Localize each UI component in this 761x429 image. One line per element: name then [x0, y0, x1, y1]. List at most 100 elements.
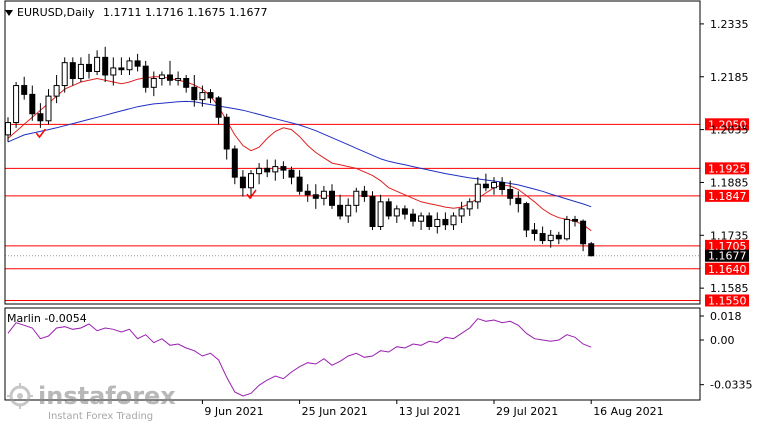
candle-body-down [588, 243, 595, 257]
candle-body-down [223, 116, 230, 150]
candle-body-down [401, 208, 408, 215]
candle-body-down [442, 218, 449, 226]
candle [563, 215, 570, 241]
candle-body-up [272, 166, 279, 173]
candle-body-down [539, 233, 546, 242]
candle-body-up [45, 95, 52, 122]
time-tick-label: 9 Jun 2021 [204, 405, 263, 418]
level-label: 1.1925 [708, 162, 747, 175]
candle-body-down [231, 148, 238, 178]
candle-body-up [377, 201, 384, 227]
candle-body-down [102, 56, 109, 76]
candle-body-up [474, 183, 481, 203]
candle-body-up [94, 56, 101, 72]
candle-body-down [385, 201, 392, 217]
candle-body-up [77, 63, 84, 80]
candle-body-up [5, 122, 11, 136]
candle-body-down [580, 220, 587, 245]
candle-body-down [207, 92, 214, 99]
time-tick-label: 29 Jul 2021 [496, 405, 558, 418]
candle-body-up [53, 85, 60, 97]
osc-tick-label: 0.00 [710, 334, 735, 347]
candle-body-down [572, 218, 578, 222]
time-tick-label: 13 Jul 2021 [399, 405, 461, 418]
candle-body-up [418, 215, 425, 222]
level-label: 1.1640 [708, 263, 747, 276]
candle [385, 198, 392, 220]
candle-body-up [199, 92, 206, 101]
candle-body-down [142, 65, 149, 88]
candle-body-down [37, 113, 44, 122]
candle-body-down [410, 213, 416, 222]
candle-body-down [482, 183, 489, 189]
candle-body-down [239, 176, 246, 189]
price-tick-label: 1.1585 [710, 282, 749, 295]
candle-body-up [150, 78, 157, 88]
chart-canvas: 1.20501.19251.18471.17051.16401.15501.16… [0, 0, 761, 425]
candle-body-up [466, 201, 473, 210]
ohlc-values: 1.1711 1.1716 1.1675 1.1677 [103, 6, 267, 19]
price-tick-label: 1.1885 [710, 176, 749, 189]
oscillator-title: Marlin -0.0054 [7, 312, 87, 325]
candle-body-up [434, 218, 441, 227]
price-tick-label: 1.2335 [710, 18, 749, 31]
candle-body-down [29, 93, 36, 115]
candle-body-down [361, 190, 368, 198]
price-tick-label: 1.2185 [710, 71, 749, 84]
candle-body-up [563, 218, 570, 240]
candle-body-down [167, 74, 173, 81]
current-price-label: 1.1677 [708, 250, 747, 263]
candle-body-up [126, 60, 133, 71]
candle [588, 241, 595, 257]
candle-body-down [312, 194, 319, 199]
level-label: 1.1550 [708, 294, 747, 307]
candle-body-down [191, 86, 198, 101]
candle-body-down [304, 190, 311, 196]
candle [369, 191, 376, 231]
candle-body-down [288, 169, 295, 178]
candle-body-down [215, 97, 222, 118]
candle-body-up [393, 208, 400, 217]
osc-tick-label: 0.018 [710, 310, 742, 323]
candle-body-down [264, 167, 271, 173]
candle-body-up [320, 190, 327, 199]
price-tick-label: 1.1735 [710, 229, 749, 242]
chart-window: 1.2050 1.1925 1.1847 1.1705 1.1640 1.1550 1.16… [0, 0, 761, 425]
candle-body-up [61, 62, 68, 87]
candle-body-down [337, 204, 344, 217]
candle-body-down [515, 197, 522, 205]
candle-body-up [110, 67, 117, 76]
candle-body-up [450, 215, 457, 226]
candle-body-up [13, 85, 20, 124]
candle-body-down [555, 234, 562, 240]
price-tick-label: 1.2035 [710, 124, 749, 137]
candle-body-down [296, 176, 303, 192]
candle-body-up [158, 74, 165, 80]
watermark-brand: instaforex [38, 382, 176, 410]
candle-body-down [86, 63, 92, 72]
candle-body-down [426, 215, 433, 227]
candle-body-down [329, 190, 335, 206]
candle-body-up [491, 181, 497, 189]
candle-body-up [458, 208, 465, 217]
watermark-tagline: Instant Forex Trading [48, 411, 153, 422]
level-label: 1.1847 [708, 190, 747, 203]
candle-body-down [531, 229, 538, 235]
candle-body-down [21, 85, 28, 95]
candle-body-down [134, 60, 141, 67]
candle-body-up [345, 204, 352, 217]
candle-body-down [499, 181, 506, 190]
time-tick-label: 25 Jun 2021 [302, 405, 368, 418]
candle-body-up [353, 190, 360, 206]
symbol-label: EURUSD,Daily [17, 6, 95, 19]
candle-body-down [118, 67, 125, 71]
candle-body-down [369, 196, 376, 227]
candle-body-up [256, 167, 263, 175]
candle-body-up [248, 173, 254, 189]
candle-body-down [523, 203, 530, 231]
time-tick-label: 16 Aug 2021 [593, 405, 663, 418]
candle-body-down [69, 62, 76, 80]
osc-tick-label: -0.0335 [710, 379, 752, 392]
candle-body-up [547, 234, 554, 242]
candle-body-down [507, 188, 514, 199]
